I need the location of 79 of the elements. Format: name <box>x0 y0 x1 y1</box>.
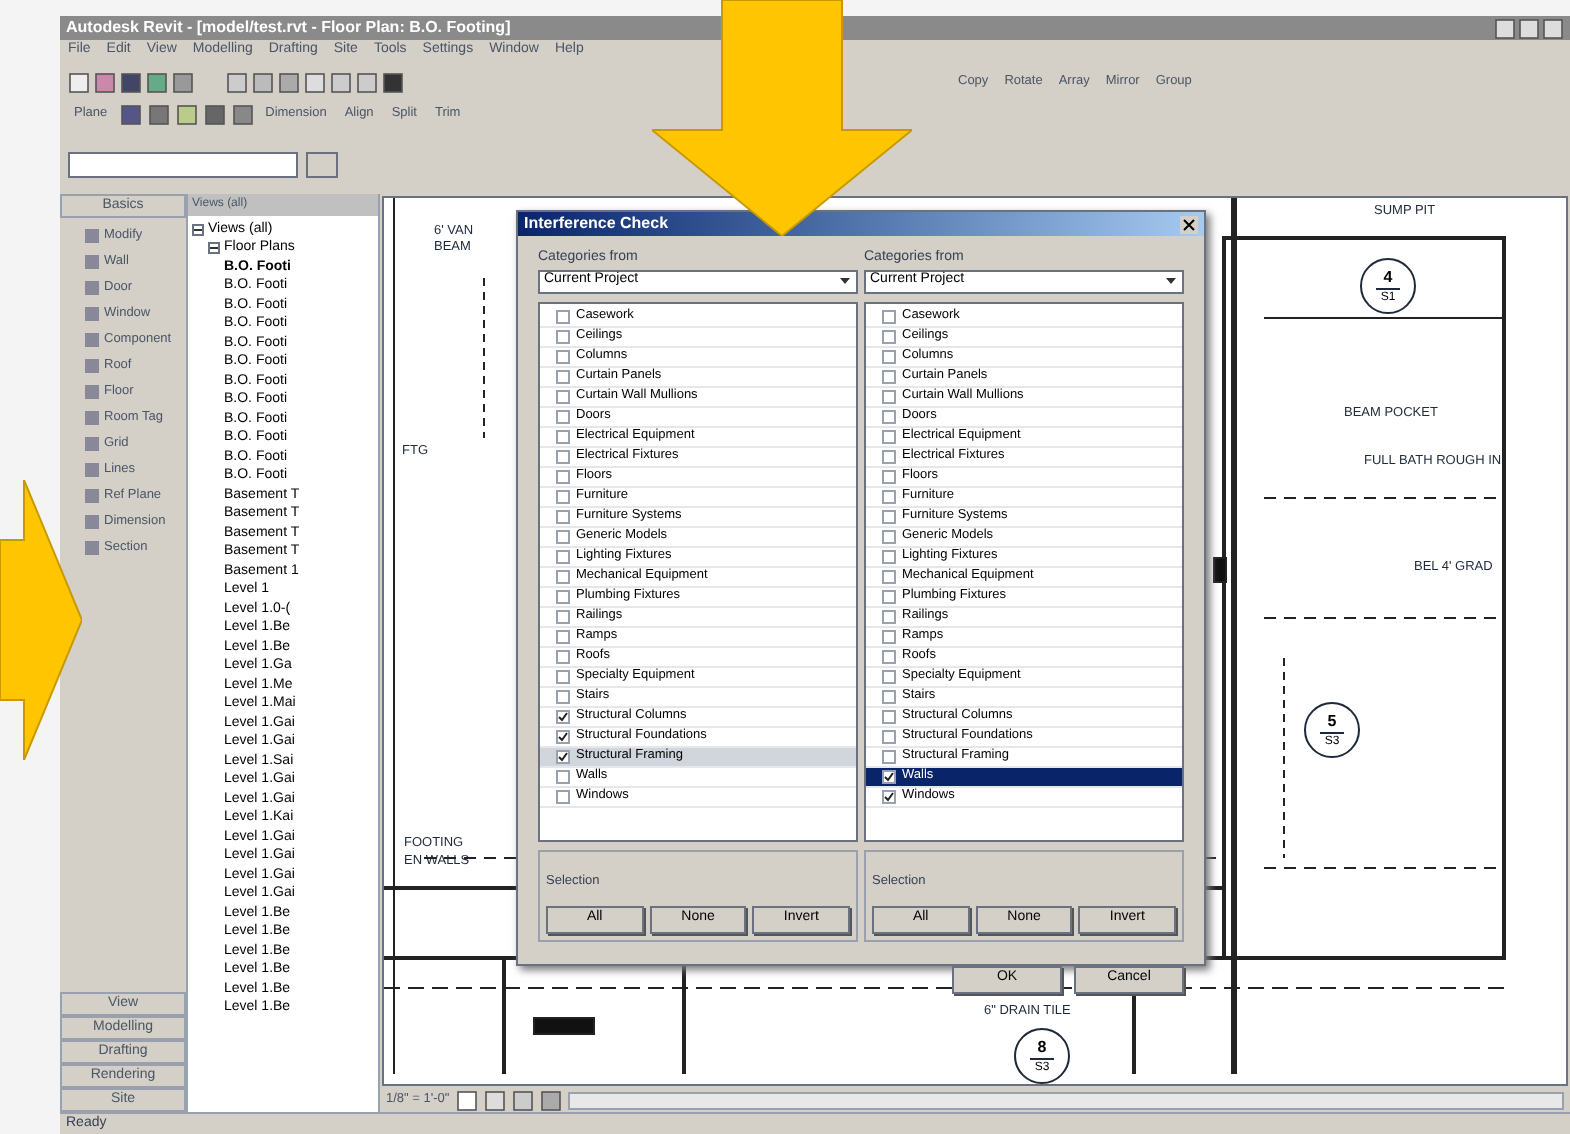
checkbox[interactable] <box>556 449 570 463</box>
checkbox[interactable] <box>882 329 896 343</box>
toolbar-icon[interactable] <box>304 71 326 93</box>
expander-icon[interactable] <box>192 223 204 236</box>
caret-icon <box>1164 274 1178 288</box>
caret-icon <box>838 274 852 288</box>
checkbox[interactable] <box>882 709 896 723</box>
view-control-icon[interactable] <box>483 1089 506 1111</box>
toolbar-icon[interactable] <box>278 71 300 93</box>
checkbox[interactable] <box>882 789 896 803</box>
checkbox[interactable] <box>882 769 896 783</box>
checkbox[interactable] <box>556 629 570 643</box>
checkbox[interactable] <box>556 489 570 503</box>
view-control-icon[interactable] <box>455 1089 478 1111</box>
checkbox[interactable] <box>882 609 896 623</box>
properties-button[interactable] <box>306 151 338 177</box>
checkbox[interactable] <box>882 529 896 543</box>
checkbox[interactable] <box>882 629 896 643</box>
toolbar-icon[interactable] <box>94 71 116 93</box>
checkbox[interactable] <box>556 649 570 663</box>
toolbar-icon[interactable] <box>68 71 90 93</box>
checkbox[interactable] <box>556 769 570 783</box>
checkbox[interactable] <box>556 469 570 483</box>
minimize-icon[interactable] <box>1494 17 1516 39</box>
checkbox[interactable] <box>882 749 896 763</box>
view-control-icon[interactable] <box>539 1089 562 1111</box>
checkbox[interactable] <box>556 669 570 683</box>
checkbox[interactable] <box>556 589 570 603</box>
title-bar: Autodesk Revit - [model/test.rvt - Floor Plan: B.O. Footing] <box>60 16 1570 40</box>
checkbox[interactable] <box>556 429 570 443</box>
horizontal-scrollbar[interactable] <box>567 1091 1564 1109</box>
checkbox[interactable] <box>882 489 896 503</box>
checkbox[interactable] <box>556 409 570 423</box>
checkbox[interactable] <box>556 529 570 543</box>
checkbox[interactable] <box>882 669 896 683</box>
checkbox[interactable] <box>556 749 570 763</box>
checkbox[interactable] <box>556 389 570 403</box>
toolbar-icon[interactable] <box>146 71 168 93</box>
checkbox[interactable] <box>556 609 570 623</box>
checkbox[interactable] <box>882 569 896 583</box>
toolbar-icon[interactable] <box>119 103 142 125</box>
toolbar-icon[interactable] <box>382 71 404 93</box>
type-selector[interactable] <box>68 151 298 177</box>
checkbox[interactable] <box>556 329 570 343</box>
checkbox[interactable] <box>556 709 570 723</box>
checkbox[interactable] <box>882 589 896 603</box>
toolbar-icon[interactable] <box>203 103 226 125</box>
checkbox[interactable] <box>882 469 896 483</box>
checkbox[interactable] <box>882 549 896 563</box>
checkbox[interactable] <box>556 689 570 703</box>
checkbox[interactable] <box>882 369 896 383</box>
checkbox[interactable] <box>556 549 570 563</box>
checkbox[interactable] <box>556 789 570 803</box>
dialog-title: Interference Check <box>524 212 669 236</box>
checkbox[interactable] <box>556 369 570 383</box>
checkbox[interactable] <box>882 409 896 423</box>
toolbar-icon[interactable] <box>147 103 170 125</box>
checkbox[interactable] <box>882 649 896 663</box>
checkbox[interactable] <box>556 349 570 363</box>
close-icon[interactable] <box>1180 215 1198 233</box>
checkbox[interactable] <box>882 309 896 323</box>
checkbox[interactable] <box>882 349 896 363</box>
toolbar-icon[interactable] <box>252 71 274 93</box>
maximize-icon[interactable] <box>1518 17 1540 39</box>
checkbox[interactable] <box>882 449 896 463</box>
checkbox[interactable] <box>556 309 570 323</box>
checkbox[interactable] <box>882 429 896 443</box>
checkbox[interactable] <box>556 729 570 743</box>
toolbar-icon[interactable] <box>120 71 142 93</box>
checkbox[interactable] <box>556 569 570 583</box>
checkbox[interactable] <box>882 689 896 703</box>
checkbox[interactable] <box>882 509 896 523</box>
checkbox[interactable] <box>556 509 570 523</box>
checkbox[interactable] <box>882 729 896 743</box>
toolbar-icon[interactable] <box>231 103 254 125</box>
view-control-icon[interactable] <box>511 1089 534 1111</box>
checkbox[interactable] <box>882 389 896 403</box>
toolbar-icon[interactable] <box>172 71 194 93</box>
expander-icon[interactable] <box>208 242 220 255</box>
